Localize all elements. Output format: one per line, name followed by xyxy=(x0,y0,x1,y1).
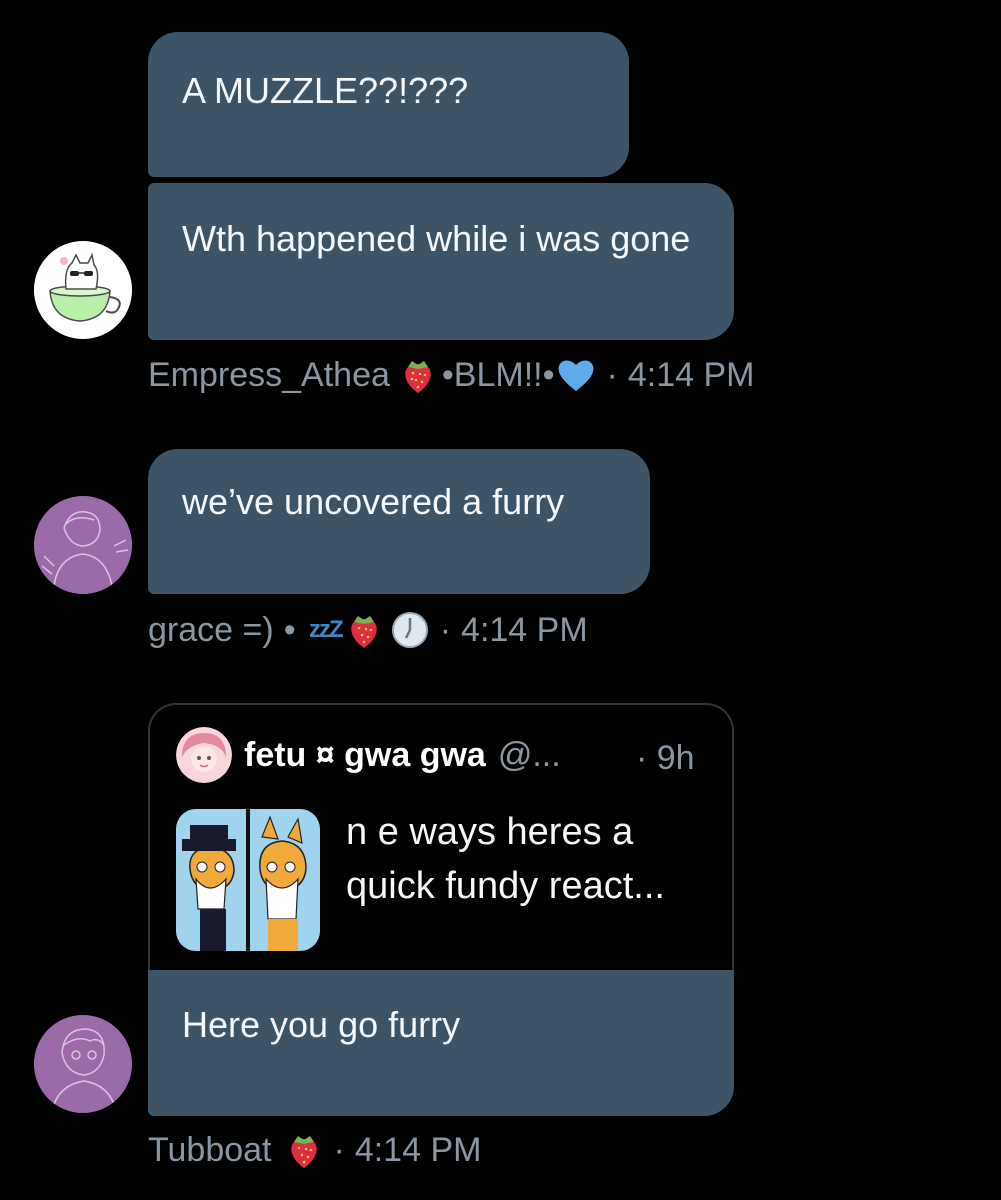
message-text: A MUZZLE??!??? xyxy=(182,70,469,111)
strawberry-icon xyxy=(405,361,431,393)
teacup-cat-icon xyxy=(34,241,132,339)
separator: · xyxy=(333,1130,345,1169)
message-bubble-3[interactable]: we’ve uncovered a furry xyxy=(148,449,650,594)
blue-heart-icon xyxy=(558,360,593,391)
avatar-tubboat[interactable] xyxy=(34,1015,132,1113)
message-bubble-1[interactable]: A MUZZLE??!??? xyxy=(148,32,629,177)
message-meta-tubboat: Tubboat · 4:14 PM xyxy=(148,1128,481,1172)
quoted-handle[interactable]: @... xyxy=(498,736,561,775)
message-meta-empress-athea: Empress_Athea •BLM!!• · 4:14 PM xyxy=(148,353,754,397)
message-bubble-2[interactable]: Wth happened while i was gone xyxy=(148,183,734,340)
timestamp: 4:14 PM xyxy=(461,610,588,649)
quoted-media-thumbnail[interactable] xyxy=(176,809,320,951)
message-bubble-4[interactable]: Here you go furry xyxy=(148,970,734,1116)
username-suffix: •BLM!!• xyxy=(441,355,555,394)
strawberry-icon xyxy=(350,616,377,648)
quoted-display-name[interactable]: fetu ¤ gwa gwa xyxy=(244,736,486,775)
separator: · xyxy=(606,355,618,394)
username[interactable]: Empress_Athea xyxy=(148,356,390,395)
pink-hair-avatar-icon xyxy=(176,727,232,783)
timestamp: 4:14 PM xyxy=(354,1130,482,1169)
message-meta-grace: grace =) • zzZ · 4:14 PM xyxy=(148,608,588,652)
quoted-tweet-card[interactable]: fetu ¤ gwa gwa @... · 9h n e ways heres xyxy=(148,703,734,971)
username[interactable]: Tubboat xyxy=(148,1131,272,1170)
avatar-empress-athea[interactable] xyxy=(34,241,132,339)
separator: · xyxy=(439,610,452,649)
sketch-person-icon xyxy=(34,1015,132,1113)
message-text: we’ve uncovered a furry xyxy=(182,481,565,522)
quoted-avatar[interactable] xyxy=(176,727,232,783)
message-text: Wth happened while i was gone xyxy=(182,218,691,259)
fox-meme-thumbnail-icon xyxy=(176,809,320,951)
username[interactable]: grace =) xyxy=(148,611,274,650)
username-suffix: • xyxy=(283,610,306,649)
message-text: Here you go furry xyxy=(182,1004,461,1045)
avatar-grace[interactable] xyxy=(34,496,132,594)
strawberry-icon xyxy=(290,1136,317,1168)
quoted-timestamp: · 9h xyxy=(636,739,695,777)
sleeping-icon: zzZ xyxy=(309,616,344,643)
quoted-tweet-text: n e ways heres a quick fundy react... xyxy=(346,811,665,907)
clock-icon xyxy=(391,612,428,648)
sketch-person-icon xyxy=(34,496,132,594)
timestamp: 4:14 PM xyxy=(627,355,755,394)
quoted-tweet-header: fetu ¤ gwa gwa @... xyxy=(176,727,561,783)
